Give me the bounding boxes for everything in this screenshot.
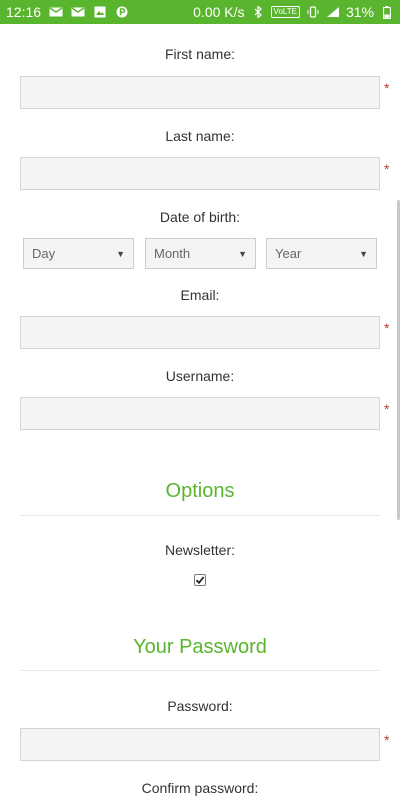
chevron-down-icon: ▼ bbox=[359, 248, 368, 259]
section-divider bbox=[20, 670, 380, 671]
checkmark-icon bbox=[195, 576, 205, 585]
required-marker: * bbox=[384, 161, 390, 177]
vibrate-icon bbox=[306, 6, 320, 18]
chevron-down-icon: ▼ bbox=[238, 248, 247, 259]
battery-percent: 31% bbox=[345, 4, 374, 20]
bluetooth-icon bbox=[251, 6, 265, 18]
dob-month-value: Month bbox=[154, 246, 191, 261]
options-heading: Options bbox=[165, 480, 235, 502]
dob-year-value: Year bbox=[275, 246, 302, 261]
p-icon bbox=[115, 6, 129, 18]
newsletter-checkbox[interactable] bbox=[194, 574, 206, 586]
signal-icon bbox=[326, 6, 340, 18]
required-marker: * bbox=[384, 401, 390, 417]
image-icon bbox=[93, 6, 107, 18]
password-input[interactable] bbox=[21, 729, 379, 760]
dob-label: Date of birth: bbox=[159, 209, 241, 225]
newsletter-label: Newsletter: bbox=[164, 542, 236, 558]
dob-day-value: Day bbox=[32, 246, 56, 261]
status-bar-right: 0.00 K/s VoLTE 31% bbox=[193, 0, 394, 24]
status-time: 12:16 bbox=[6, 4, 42, 20]
dob-year-select[interactable]: Year ▼ bbox=[266, 238, 377, 269]
password-heading: Your Password bbox=[133, 636, 267, 658]
battery-icon bbox=[380, 5, 394, 19]
mail-icon bbox=[71, 6, 85, 18]
status-bar-left: 12:16 bbox=[6, 0, 129, 24]
username-field[interactable] bbox=[20, 397, 380, 430]
last-name-field[interactable] bbox=[20, 157, 380, 190]
mail-icon bbox=[49, 6, 63, 18]
dob-day-select[interactable]: Day ▼ bbox=[23, 238, 134, 269]
password-field[interactable] bbox=[20, 728, 380, 761]
required-marker: * bbox=[384, 732, 390, 748]
volte-badge: VoLTE bbox=[270, 6, 300, 18]
email-input[interactable] bbox=[21, 317, 379, 348]
username-label: Username: bbox=[165, 368, 235, 384]
dob-month-select[interactable]: Month ▼ bbox=[145, 238, 256, 269]
password-label: Password: bbox=[167, 698, 233, 714]
confirm-password-label: Confirm password: bbox=[141, 780, 259, 796]
chevron-down-icon: ▼ bbox=[116, 248, 125, 259]
status-bar: 12:16 0.00 K/s VoLTE 31% bbox=[0, 0, 400, 24]
email-field[interactable] bbox=[20, 316, 380, 349]
net-speed: 0.00 K/s bbox=[193, 4, 245, 20]
email-label: Email: bbox=[180, 287, 220, 303]
last-name-input[interactable] bbox=[21, 158, 379, 189]
first-name-input[interactable] bbox=[21, 77, 379, 108]
first-name-field[interactable] bbox=[20, 76, 380, 109]
section-divider bbox=[20, 515, 380, 516]
required-marker: * bbox=[384, 80, 390, 96]
username-input[interactable] bbox=[21, 398, 379, 429]
first-name-label: First name: bbox=[164, 46, 235, 62]
last-name-label: Last name: bbox=[165, 128, 235, 144]
required-marker: * bbox=[384, 320, 390, 336]
